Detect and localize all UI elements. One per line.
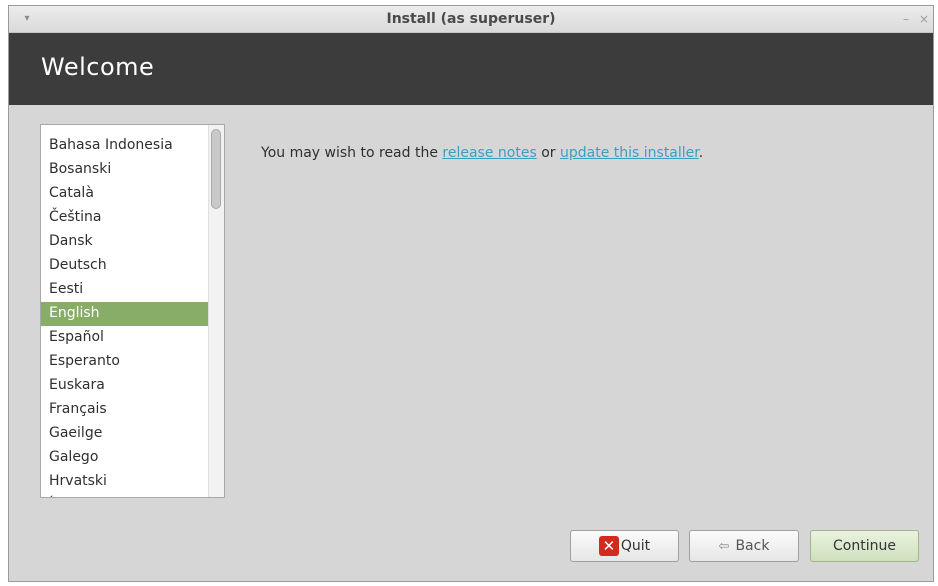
quit-button[interactable]: ✕ Quit — [570, 530, 679, 562]
language-item[interactable]: Galego — [41, 446, 209, 470]
language-list-scrollbar[interactable] — [208, 125, 224, 497]
language-list[interactable]: Bahasa Indonesia Bosanski Català Čeština Dan… — [40, 124, 225, 498]
language-item[interactable]: Bosanski — [41, 158, 209, 182]
update-installer-link[interactable]: update this installer — [560, 145, 699, 161]
release-notes-link[interactable]: release notes — [442, 145, 536, 161]
message-middle: or — [536, 145, 560, 161]
language-item[interactable]: Íslenska — [41, 494, 209, 497]
message-prefix: You may wish to read the — [261, 145, 443, 161]
back-button[interactable]: ⇦ Back — [689, 530, 799, 562]
language-item[interactable]: Eesti — [41, 278, 209, 302]
language-list-items: Bahasa Indonesia Bosanski Català Čeština Dan… — [41, 134, 209, 497]
title-bar[interactable]: ▾ Install (as superuser) – × — [9, 6, 933, 33]
language-item[interactable]: Bahasa Indonesia — [41, 134, 209, 158]
quit-button-label: Quit — [620, 538, 651, 554]
language-item[interactable]: Gaeilge — [41, 422, 209, 446]
language-item[interactable]: Euskara — [41, 374, 209, 398]
language-item[interactable]: Esperanto — [41, 350, 209, 374]
scrollbar-thumb[interactable] — [211, 129, 221, 209]
continue-button-label: Continue — [833, 538, 896, 554]
language-item[interactable]: Dansk — [41, 230, 209, 254]
back-button-label: Back — [735, 538, 770, 554]
language-item[interactable]: English — [41, 302, 209, 326]
back-arrow-icon: ⇦ — [718, 538, 730, 554]
window-title: Install (as superuser) — [386, 11, 556, 27]
language-item[interactable]: Català — [41, 182, 209, 206]
language-item[interactable]: Français — [41, 398, 209, 422]
language-item[interactable]: Deutsch — [41, 254, 209, 278]
close-icon[interactable]: × — [916, 11, 932, 27]
quit-icon: ✕ — [598, 536, 619, 556]
message-suffix: . — [698, 145, 704, 161]
page-title: Welcome — [41, 53, 155, 81]
page-header: Welcome — [9, 33, 933, 105]
language-item[interactable]: Español — [41, 326, 209, 350]
language-item[interactable]: Čeština — [41, 206, 209, 230]
minimize-icon[interactable]: – — [898, 11, 914, 27]
installer-window: ▾ Install (as superuser) – × Welcome Bah… — [8, 5, 934, 582]
release-notes-message: You may wish to read the release notes o… — [261, 145, 703, 161]
continue-button[interactable]: Continue — [810, 530, 919, 562]
language-item[interactable]: Hrvatski — [41, 470, 209, 494]
